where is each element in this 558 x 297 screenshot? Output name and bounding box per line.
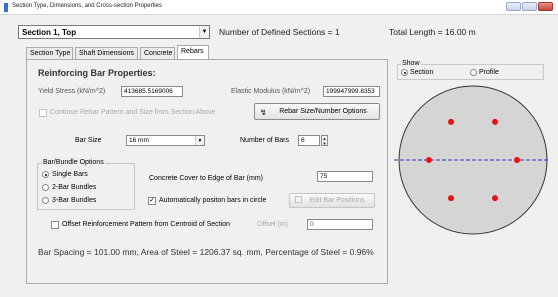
rebar-dot xyxy=(492,118,498,125)
elastic-modulus-input[interactable]: 199947999.8353 xyxy=(323,86,380,97)
rebar-dot xyxy=(448,118,454,125)
number-of-bars-label: Number of Bars xyxy=(240,137,290,144)
rebar-size-options-label: Rebar Size/Number Options xyxy=(279,108,367,115)
three-bar-bundles-label: 3-Bar Bundles xyxy=(52,197,97,204)
rebar-dot xyxy=(514,157,520,163)
elastic-modulus-label: Elastic Modulus (kN/m^2) xyxy=(231,88,311,95)
show-section-radio[interactable] xyxy=(401,69,408,76)
show-section-label: Section xyxy=(410,69,434,76)
window-title: Section Type, Dimensions, and Cross-sect… xyxy=(12,3,162,9)
cross-section-view xyxy=(394,85,550,235)
chevron-down-icon[interactable]: ▼ xyxy=(195,136,204,145)
two-bar-bundles-label: 2-Bar Bundles xyxy=(52,184,97,191)
edit-icon xyxy=(295,196,302,203)
panel-heading: Reinforcing Bar Properties: xyxy=(38,68,156,78)
offset-input[interactable]: 0 xyxy=(307,219,373,230)
edit-bar-positions-label: Edit Bar Positions xyxy=(309,197,365,204)
continue-pattern-label: Continue Rebar Pattern and Size from Sec… xyxy=(50,109,216,116)
offset-checkbox[interactable] xyxy=(51,221,59,229)
defined-sections-text: Number of Defined Sections = 1 xyxy=(219,27,340,37)
rebar-dot xyxy=(492,195,498,202)
tab-rebars[interactable]: Rebars xyxy=(177,45,209,60)
offset-label: Offset Reinforcement Pattern from Centro… xyxy=(62,221,230,228)
bar-size-select[interactable]: 16 mm xyxy=(126,135,205,146)
bar-size-label: Bar Size xyxy=(75,137,102,144)
close-button[interactable] xyxy=(538,2,553,11)
three-bar-bundles-radio[interactable] xyxy=(42,197,49,204)
steel-summary: Bar Spacing = 101.00 mm, Area of Steel =… xyxy=(38,247,374,257)
auto-position-label: Automatically positon bars in circle xyxy=(159,197,267,204)
number-of-bars-input[interactable]: 6 xyxy=(298,135,320,146)
single-bars-radio[interactable] xyxy=(42,171,49,178)
minimize-button[interactable] xyxy=(506,2,521,11)
show-profile-radio[interactable] xyxy=(470,69,477,76)
yield-stress-label: Yield Stress (kN/m^2) xyxy=(38,88,106,95)
chevron-down-icon[interactable]: ▼ xyxy=(199,26,209,38)
auto-position-checkbox[interactable]: ✓ xyxy=(148,197,156,205)
offset-m-label: Offset (m) xyxy=(257,221,288,228)
yield-stress-input[interactable]: 413685.5169006 xyxy=(121,86,183,97)
section-select[interactable]: Section 1, Top xyxy=(18,25,210,39)
two-bar-bundles-radio[interactable] xyxy=(42,184,49,191)
show-group-title: Show xyxy=(401,60,421,67)
maximize-button[interactable] xyxy=(522,2,537,11)
bundle-group-title: Bar/Bundle Options xyxy=(42,159,105,166)
number-spinner[interactable]: ▲ ▼ xyxy=(321,135,328,146)
cover-label: Concrete Cover to Edge of Bar (mm) xyxy=(149,175,263,182)
rebar-icon: ↯ xyxy=(260,108,267,117)
rebar-size-options-button[interactable]: Rebar Size/Number Options xyxy=(254,103,380,120)
show-profile-label: Profile xyxy=(479,69,499,76)
total-length-text: Total Length = 16.00 m xyxy=(389,27,476,37)
rebar-dot xyxy=(448,195,454,202)
rebar-dot xyxy=(426,157,432,163)
cover-input[interactable]: 75 xyxy=(317,171,373,182)
app-icon xyxy=(4,3,8,12)
single-bars-label: Single Bars xyxy=(52,171,88,178)
continue-pattern-checkbox[interactable] xyxy=(39,109,47,117)
